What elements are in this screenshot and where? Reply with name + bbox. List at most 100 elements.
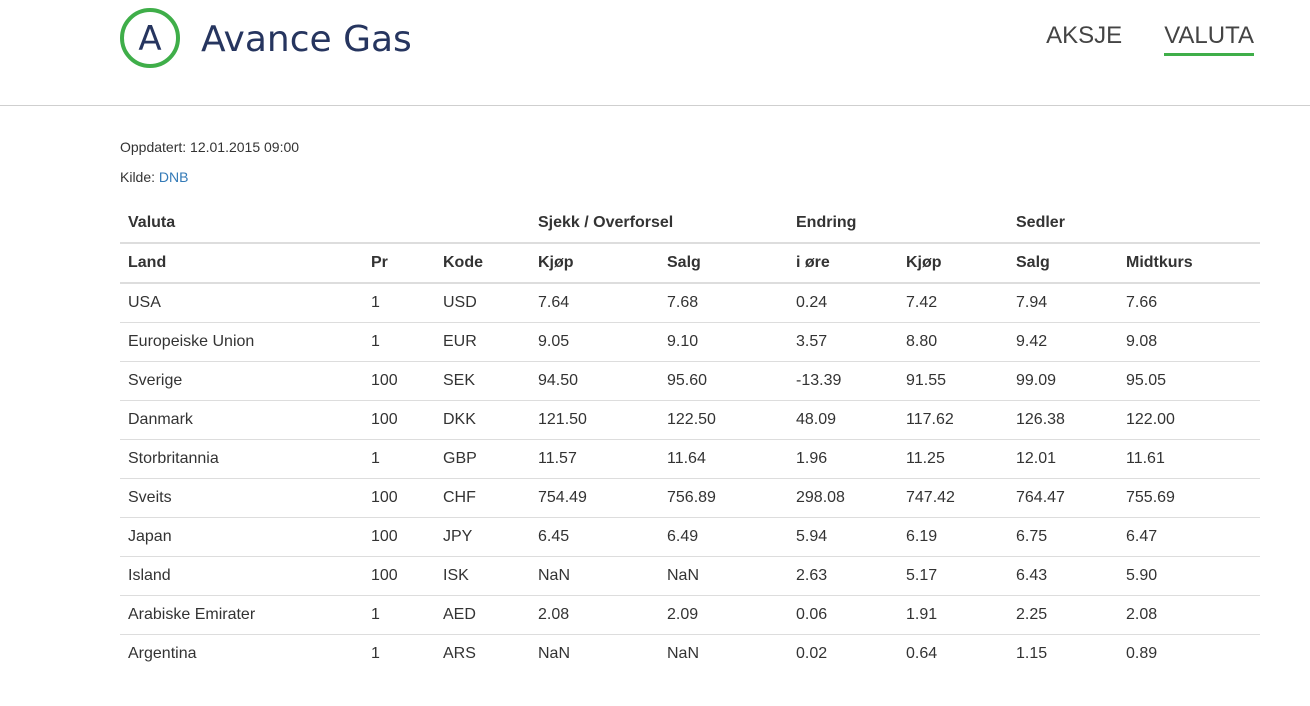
- group-header-sjekk: Sjekk / Overforsel: [530, 204, 788, 244]
- cell-sedler-salg: 12.01: [1008, 439, 1118, 479]
- cell-sedler-salg: 9.42: [1008, 322, 1118, 362]
- cell-pr: 1: [371, 294, 380, 311]
- cell-pr: 1: [363, 439, 435, 479]
- cell-pr: 100: [363, 556, 435, 596]
- cell-sjekk-kjop: 94.50: [530, 361, 659, 401]
- cell-sjekk-salg: 11.64: [659, 439, 788, 479]
- group-header-row: Valuta Sjekk / Overforsel Endring Sedler: [120, 204, 1260, 244]
- cell-endring-ore: 1.96: [788, 439, 898, 479]
- cell-sjekk-salg: NaN: [659, 634, 788, 673]
- cell-sjekk-kjop: 2.08: [530, 595, 659, 635]
- cell-pr: 100: [363, 517, 435, 557]
- brand-logo[interactable]: A Avance Gas: [120, 8, 412, 68]
- cell-land: USA: [128, 294, 161, 311]
- source-link[interactable]: DNB: [159, 169, 189, 185]
- cell-midtkurs: 0.89: [1118, 634, 1260, 673]
- cell-land: Storbritannia: [120, 439, 363, 479]
- cell-pr: 1: [363, 595, 435, 635]
- cell-sjekk-salg: 7.68: [667, 294, 699, 311]
- cell-sjekk-kjop: 11.57: [530, 439, 659, 479]
- cell-sjekk-salg: 9.10: [659, 322, 788, 362]
- logo-mark-icon: A: [120, 8, 180, 68]
- nav-item-valuta[interactable]: VALUTA: [1164, 20, 1254, 56]
- cell-land: Island: [120, 556, 363, 596]
- cell-kode: SEK: [435, 361, 530, 401]
- cell-endring-ore: 0.24: [796, 294, 828, 311]
- table-row: Argentina 1 ARS NaN NaN 0.02 0.64 1.15 0.89: [120, 634, 1260, 673]
- cell-midtkurs: 95.05: [1118, 361, 1260, 401]
- cell-land: Argentina: [120, 634, 363, 673]
- cell-sedler-kjop: 6.19: [898, 517, 1008, 557]
- main-nav: AKSJE VALUTA: [1004, 20, 1254, 56]
- table-row: Storbritannia 1 GBP 11.57 11.64 1.96 11.25 12.0…: [120, 439, 1260, 479]
- cell-kode: ISK: [435, 556, 530, 596]
- cell-midtkurs: 5.90: [1118, 556, 1260, 596]
- cell-sjekk-salg: 2.09: [659, 595, 788, 635]
- cell-sedler-salg: 126.38: [1008, 400, 1118, 440]
- col-header-kode: Kode: [435, 243, 530, 284]
- cell-land: Europeiske Union: [120, 322, 363, 362]
- cell-sedler-kjop: 7.42: [906, 294, 938, 311]
- cell-sedler-kjop: 91.55: [898, 361, 1008, 401]
- cell-sedler-salg: 1.15: [1008, 634, 1118, 673]
- cell-land: Sveits: [120, 478, 363, 518]
- cell-sedler-salg: 6.43: [1008, 556, 1118, 596]
- cell-midtkurs: 755.69: [1118, 478, 1260, 518]
- cell-sedler-kjop: 117.62: [898, 400, 1008, 440]
- currency-table: Valuta Sjekk / Overforsel Endring Sedler…: [120, 204, 1260, 673]
- cell-pr: 100: [363, 400, 435, 440]
- table-row: Europeiske Union 1 EUR 9.05 9.10 3.57 8.80 9.42…: [120, 322, 1260, 362]
- cell-endring-ore: -13.39: [788, 361, 898, 401]
- main-content: Oppdatert: 12.01.2015 09:00 Kilde: DNB V…: [0, 137, 1310, 673]
- cell-sedler-kjop: 5.17: [898, 556, 1008, 596]
- cell-sjekk-salg: NaN: [659, 556, 788, 596]
- cell-midtkurs: 122.00: [1118, 400, 1260, 440]
- col-header-sjekk-salg: Salg: [659, 243, 788, 284]
- cell-sedler-kjop: 747.42: [898, 478, 1008, 518]
- cell-kode: DKK: [435, 400, 530, 440]
- cell-midtkurs: 9.08: [1118, 322, 1260, 362]
- cell-midtkurs: 6.47: [1118, 517, 1260, 557]
- cell-kode: JPY: [435, 517, 530, 557]
- table-row: Sverige 100 SEK 94.50 95.60 -13.39 91.55 99.09 9…: [120, 361, 1260, 401]
- cell-endring-ore: 2.63: [788, 556, 898, 596]
- cell-sedler-kjop: 11.25: [898, 439, 1008, 479]
- cell-sjekk-kjop: NaN: [530, 634, 659, 673]
- cell-sedler-salg: 7.94: [1016, 294, 1048, 311]
- table-row: Danmark 100 DKK 121.50 122.50 48.09 117.62 126.…: [120, 400, 1260, 440]
- cell-sjekk-salg: 95.60: [659, 361, 788, 401]
- source-label: Kilde:: [120, 169, 156, 185]
- cell-land: Danmark: [120, 400, 363, 440]
- cell-endring-ore: 298.08: [788, 478, 898, 518]
- logo-letter: A: [138, 18, 162, 59]
- cell-midtkurs: 7.66: [1126, 294, 1158, 311]
- site-header: A Avance Gas AKSJE VALUTA: [0, 0, 1310, 106]
- cell-land: Arabiske Emirater: [120, 595, 363, 635]
- cell-midtkurs: 11.61: [1118, 439, 1260, 479]
- cell-sedler-salg: 6.75: [1008, 517, 1118, 557]
- table-row: Island 100 ISK NaN NaN 2.63 5.17 6.43 5.90: [120, 556, 1260, 596]
- nav-item-aksje[interactable]: AKSJE: [1046, 20, 1122, 56]
- cell-sedler-kjop: 1.91: [898, 595, 1008, 635]
- cell-kode: USD: [443, 294, 477, 311]
- brand-name: Avance Gas: [201, 19, 412, 60]
- cell-sedler-salg: 2.25: [1008, 595, 1118, 635]
- cell-endring-ore: 3.57: [788, 322, 898, 362]
- source-line: Kilde: DNB: [120, 167, 1260, 187]
- cell-midtkurs: 2.08: [1118, 595, 1260, 635]
- group-header-sedler: Sedler: [1008, 204, 1260, 244]
- cell-sjekk-kjop: 9.05: [530, 322, 659, 362]
- cell-sedler-salg: 99.09: [1008, 361, 1118, 401]
- col-header-land: Land: [120, 243, 363, 284]
- col-header-pr: Pr: [363, 243, 435, 284]
- group-header-valuta: Valuta: [120, 204, 530, 244]
- cell-sjekk-kjop: NaN: [530, 556, 659, 596]
- col-header-sedler-salg: Salg: [1008, 243, 1118, 284]
- col-header-endring-ore: i øre: [788, 243, 898, 284]
- cell-pr: 1: [363, 634, 435, 673]
- cell-pr: 100: [363, 478, 435, 518]
- group-header-endring: Endring: [788, 204, 1008, 244]
- cell-sjekk-kjop: 7.64: [538, 294, 570, 311]
- cell-land: Japan: [120, 517, 363, 557]
- cell-land: Sverige: [120, 361, 363, 401]
